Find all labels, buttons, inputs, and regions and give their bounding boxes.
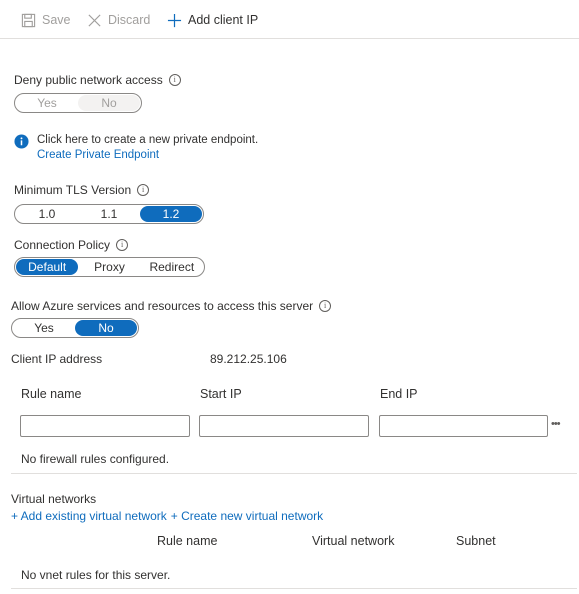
discard-label: Discard	[108, 13, 151, 27]
allow-azure-services-label: Allow Azure services and resources to ac…	[11, 299, 332, 313]
tls-option-1-2[interactable]: 1.2	[140, 206, 202, 222]
discard-button[interactable]: Discard	[86, 10, 150, 30]
tls-option-1-1[interactable]: 1.1	[78, 206, 140, 222]
deny-public-yes-option[interactable]: Yes	[16, 95, 78, 111]
no-firewall-rules-message: No firewall rules configured.	[21, 452, 170, 466]
column-header-vnet-rule-name: Rule name	[157, 534, 218, 548]
command-bar: Save Discard Add client IP	[0, 0, 579, 39]
save-icon	[20, 12, 36, 28]
add-client-ip-label: Add client IP	[188, 13, 259, 27]
save-label: Save	[42, 13, 71, 27]
policy-option-redirect[interactable]: Redirect	[141, 259, 203, 275]
allow-azure-services-toggle[interactable]: Yes No	[11, 318, 139, 338]
azure-services-yes-option[interactable]: Yes	[13, 320, 75, 336]
info-icon[interactable]: i	[137, 184, 150, 196]
virtual-networks-label: Virtual networks	[11, 492, 97, 506]
column-header-end-ip: End IP	[380, 387, 418, 401]
divider	[11, 588, 577, 589]
add-existing-vnet-link[interactable]: + Add existing virtual network	[11, 509, 167, 523]
vnet-actions: + Add existing virtual network + Create …	[11, 509, 323, 523]
info-filled-icon	[14, 134, 30, 150]
no-vnet-rules-message: No vnet rules for this server.	[21, 568, 171, 582]
connection-policy-toggle[interactable]: Default Proxy Redirect	[14, 257, 205, 277]
end-ip-input[interactable]	[379, 415, 548, 437]
info-icon[interactable]: i	[319, 300, 332, 312]
info-icon[interactable]: i	[168, 74, 181, 86]
create-private-endpoint-link[interactable]: Create Private Endpoint	[37, 149, 159, 161]
tls-version-toggle[interactable]: 1.0 1.1 1.2	[14, 204, 204, 224]
connection-policy-label: Connection Policy i	[14, 238, 129, 252]
plus-icon	[166, 12, 182, 28]
policy-option-proxy[interactable]: Proxy	[78, 259, 140, 275]
policy-option-default[interactable]: Default	[16, 259, 79, 275]
close-icon	[86, 12, 102, 28]
deny-public-no-option[interactable]: No	[78, 95, 140, 111]
more-icon[interactable]: •••	[551, 418, 561, 430]
client-ip-value: 89.212.25.106	[210, 352, 287, 366]
divider	[11, 473, 577, 474]
start-ip-input[interactable]	[199, 415, 369, 437]
deny-public-access-toggle[interactable]: Yes No	[14, 93, 142, 113]
column-header-rule-name: Rule name	[21, 387, 82, 401]
column-header-virtual-network: Virtual network	[312, 534, 395, 548]
azure-services-no-option[interactable]: No	[75, 320, 137, 336]
column-header-subnet: Subnet	[456, 534, 496, 548]
tls-option-1-0[interactable]: 1.0	[16, 206, 78, 222]
rule-name-input[interactable]	[20, 415, 190, 437]
column-header-start-ip: Start IP	[200, 387, 242, 401]
deny-public-access-label: Deny public network access i	[14, 73, 181, 87]
private-endpoint-text: Click here to create a new private endpo…	[37, 134, 259, 146]
create-new-vnet-link[interactable]: + Create new virtual network	[171, 509, 323, 523]
client-ip-label: Client IP address	[11, 352, 103, 366]
tls-version-label: Minimum TLS Version i	[14, 183, 150, 197]
save-button[interactable]: Save	[20, 10, 71, 30]
add-client-ip-button[interactable]: Add client IP	[166, 10, 258, 30]
info-icon[interactable]: i	[116, 239, 129, 251]
